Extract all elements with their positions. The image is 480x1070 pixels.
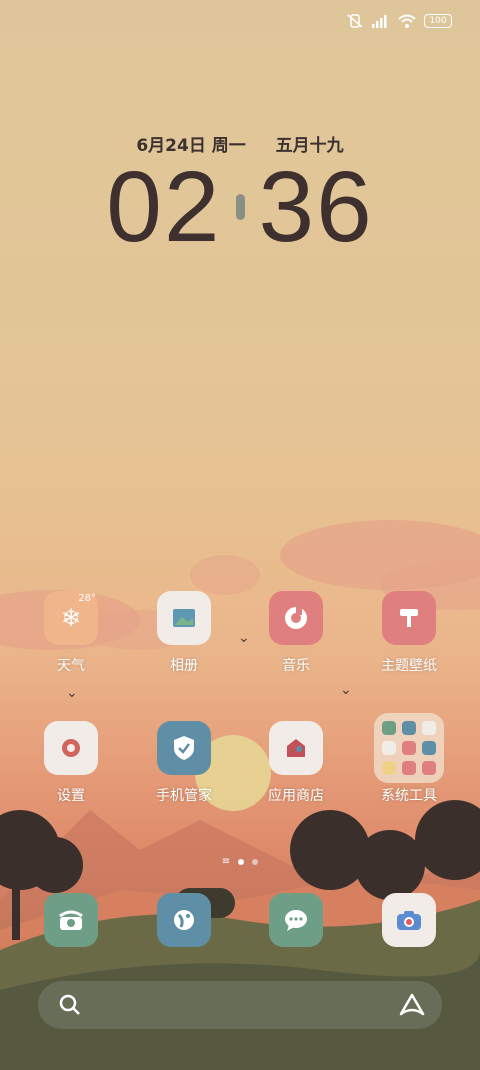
dock-messages[interactable] <box>241 893 351 947</box>
folder-icon <box>374 713 444 783</box>
app-photos[interactable]: 相册 <box>129 591 239 675</box>
gear-icon <box>44 721 98 775</box>
dock-camera[interactable] <box>354 893 464 947</box>
wifi-icon <box>398 14 416 28</box>
camera-icon <box>382 893 436 947</box>
menu-lines-icon: ≡ <box>221 856 231 867</box>
page-dot[interactable] <box>252 858 259 865</box>
vibrate-off-icon <box>347 14 363 28</box>
app-phone-manager[interactable]: 手机管家 <box>129 721 239 805</box>
app-label: 设置 <box>57 788 85 804</box>
bird-decor: ⌄ <box>340 682 352 698</box>
app-label: 手机管家 <box>156 788 212 804</box>
clock-widget[interactable]: 02 36 <box>0 150 480 265</box>
assistant-icon[interactable] <box>398 992 426 1018</box>
app-label: 天气 <box>57 658 85 674</box>
shield-icon <box>157 721 211 775</box>
app-label: 相册 <box>170 658 198 674</box>
page-indicator: ≡ <box>0 856 480 867</box>
store-icon <box>269 721 323 775</box>
app-label: 主题壁纸 <box>381 658 437 674</box>
snowflake-icon: ❄ <box>60 604 82 632</box>
photos-icon <box>157 591 211 645</box>
app-label: 应用商店 <box>268 788 324 804</box>
clock-separator <box>235 193 245 220</box>
app-settings[interactable]: 设置 <box>16 721 126 805</box>
app-store[interactable]: 应用商店 <box>241 721 351 805</box>
paint-roller-icon <box>382 591 436 645</box>
search-bar[interactable] <box>38 981 442 1029</box>
weather-icon: ❄ 28° <box>44 591 98 645</box>
folder-system-tools[interactable]: 系统工具 <box>354 713 464 805</box>
search-icon <box>59 994 80 1015</box>
signal-icon <box>372 15 387 28</box>
clock-minutes: 36 <box>258 151 374 263</box>
battery-indicator: 100 <box>424 14 452 28</box>
app-label: 音乐 <box>282 658 310 674</box>
globe-phone-icon <box>157 893 211 947</box>
status-bar: 100 <box>346 10 452 32</box>
dock-phone[interactable] <box>16 893 126 947</box>
chat-bubble-icon <box>269 893 323 947</box>
phone-icon <box>44 893 98 947</box>
music-icon <box>269 591 323 645</box>
bird-decor: ⌄ <box>66 685 78 701</box>
weather-temp: 28° <box>78 593 96 604</box>
app-themes[interactable]: 主题壁纸 <box>354 591 464 675</box>
page-dot-active[interactable] <box>238 858 245 865</box>
app-music[interactable]: 音乐 <box>241 591 351 675</box>
app-label: 系统工具 <box>381 788 437 804</box>
app-weather[interactable]: ❄ 28° 天气 <box>16 591 126 675</box>
dock-contacts[interactable] <box>129 893 239 947</box>
clock-hours: 02 <box>106 151 222 263</box>
